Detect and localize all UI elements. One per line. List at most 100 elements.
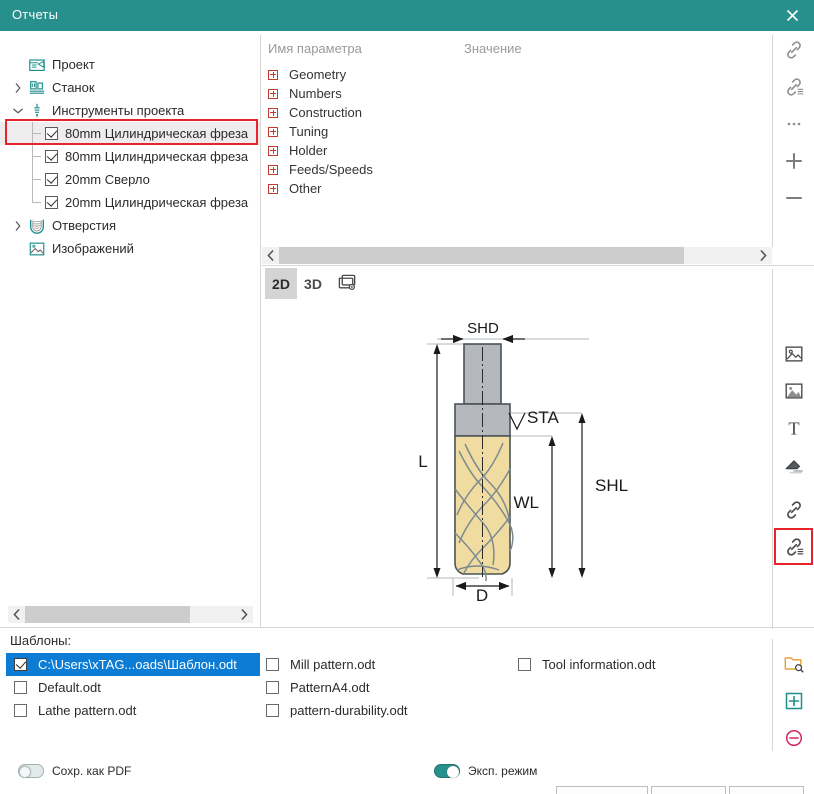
template-checkbox[interactable]	[518, 658, 531, 671]
remove-template-button[interactable]	[773, 719, 814, 756]
template-list-item[interactable]: Lathe pattern.odt	[10, 699, 260, 722]
template-list-item[interactable]: PatternA4.odt	[262, 676, 512, 699]
param-scroll-track[interactable]	[279, 247, 755, 264]
tree-item-tool[interactable]: 20mm Цилиндрическая фреза	[0, 191, 261, 214]
tree-item-label: Инструменты проекта	[52, 103, 184, 118]
plus-box-icon[interactable]	[268, 108, 278, 118]
panel-splitter[interactable]	[260, 35, 261, 627]
tree-item-holes-icon[interactable]: Отверстия	[0, 214, 261, 237]
switch-knob	[447, 766, 459, 778]
link-button-viewer[interactable]	[773, 491, 814, 528]
link-list-icon	[783, 536, 805, 558]
tree-item-checkbox[interactable]	[45, 127, 58, 140]
template-checkbox[interactable]	[266, 704, 279, 717]
template-checkbox[interactable]	[14, 704, 27, 717]
template-checkbox[interactable]	[266, 658, 279, 671]
plus-box-icon[interactable]	[268, 89, 278, 99]
remove-button[interactable]	[773, 179, 814, 216]
plus-box-icon[interactable]	[268, 165, 278, 175]
tree-item-checkbox[interactable]	[45, 173, 58, 186]
tools-icon	[27, 101, 46, 120]
project-folder-icon	[27, 55, 46, 74]
template-checkbox[interactable]	[14, 658, 27, 671]
expert-mode-switch[interactable]	[434, 764, 460, 778]
twisty-expanded[interactable]	[10, 103, 26, 119]
parameter-group-row[interactable]: Tuning	[262, 122, 772, 141]
more-options-button[interactable]	[773, 105, 814, 142]
tree-scroll-right-button[interactable]	[236, 606, 253, 623]
template-list-item[interactable]: C:\Users\xTAG...oads\Шаблон.odt	[6, 653, 260, 676]
close-button[interactable]	[770, 0, 814, 31]
template-list-item[interactable]: Mill pattern.odt	[262, 653, 512, 676]
parameter-group-row[interactable]: Construction	[262, 103, 772, 122]
tree-scroll-thumb[interactable]	[25, 606, 190, 623]
parameter-group-row[interactable]: Geometry	[262, 65, 772, 84]
tree-hscrollbar[interactable]	[8, 606, 253, 623]
tree-item-checkbox[interactable]	[45, 150, 58, 163]
chevron-left-icon	[13, 609, 20, 620]
templates-column-3: Tool information.odt	[514, 653, 764, 676]
tab-3d[interactable]: 3D	[297, 268, 329, 299]
tree-item-tools-icon[interactable]: Инструменты проекта	[0, 99, 261, 122]
link-list-icon	[783, 76, 805, 98]
create-button[interactable]: Создать	[651, 786, 726, 794]
parameter-group-row[interactable]: Holder	[262, 141, 772, 160]
parameter-group-row[interactable]: Feeds/Speeds	[262, 160, 772, 179]
param-scroll-left-button[interactable]	[262, 247, 279, 264]
insert-image-button[interactable]	[773, 335, 814, 372]
chevron-down-icon	[11, 104, 25, 118]
machine-icon	[27, 78, 46, 97]
template-list-item[interactable]: Tool information.odt	[514, 653, 764, 676]
parameter-hscrollbar[interactable]	[262, 247, 772, 264]
duplicate-view-icon	[337, 273, 358, 294]
add-button[interactable]	[773, 142, 814, 179]
template-label: Lathe pattern.odt	[38, 703, 136, 718]
folder-search-icon	[783, 653, 805, 675]
tree-scroll-track[interactable]	[25, 606, 236, 623]
plus-box-icon[interactable]	[268, 146, 278, 156]
twisty-collapsed[interactable]	[10, 80, 26, 96]
plus-box-icon[interactable]	[268, 184, 278, 194]
plus-box-icon[interactable]	[268, 127, 278, 137]
twisty-collapsed[interactable]	[10, 218, 26, 234]
picture-button[interactable]	[773, 372, 814, 409]
tool-drawing-canvas[interactable]: SHD L STA SHL	[262, 301, 772, 634]
tree-item-images-icon[interactable]: Изображений	[0, 237, 261, 260]
duplicate-view-button[interactable]	[329, 268, 365, 299]
template-list-item[interactable]: pattern-durability.odt	[262, 699, 512, 722]
param-scroll-thumb[interactable]	[279, 247, 684, 264]
tree-item-tool[interactable]: 20mm Сверло	[0, 168, 261, 191]
tree-item-tool[interactable]: 80mm Цилиндрическая фреза	[0, 145, 261, 168]
save-as-pdf-switch[interactable]	[18, 764, 44, 778]
save-as-pdf-toggle[interactable]: Сохр. как PDF	[18, 764, 131, 778]
templates-section: Шаблоны: C:\Users\xTAG...oads\Шаблон.odt…	[0, 629, 814, 763]
add-template-button[interactable]	[773, 682, 814, 719]
tab-2d[interactable]: 2D	[265, 268, 297, 299]
expert-mode-toggle[interactable]: Эксп. режим	[434, 764, 537, 778]
tree-scroll-left-button[interactable]	[8, 606, 25, 623]
template-list-item[interactable]: Default.odt	[10, 676, 260, 699]
view-tab-bar: 2D 3D	[262, 266, 772, 301]
tree-item-machine-icon[interactable]: Станок	[0, 76, 261, 99]
template-checkbox[interactable]	[266, 681, 279, 694]
holes-icon	[28, 217, 46, 235]
text-tool-button[interactable]: T	[773, 409, 814, 446]
dim-label-wl: WL	[514, 493, 540, 512]
parameter-group-row[interactable]: Other	[262, 179, 772, 198]
param-scroll-right-button[interactable]	[755, 247, 772, 264]
browse-template-button[interactable]	[773, 645, 814, 682]
parameter-group-row[interactable]: Numbers	[262, 84, 772, 103]
link-list-button[interactable]	[773, 68, 814, 105]
parameter-table-panel: Имя параметра Значение GeometryNumbersCo…	[262, 31, 772, 247]
link-list-button-viewer[interactable]	[773, 528, 814, 565]
link-button[interactable]	[773, 31, 814, 68]
tree-item-checkbox[interactable]	[45, 196, 58, 209]
tree-item-tool[interactable]: 80mm Цилиндрическая фреза	[0, 122, 261, 145]
template-checkbox[interactable]	[14, 681, 27, 694]
plus-box-icon[interactable]	[268, 70, 278, 80]
tree-item-project-folder-icon[interactable]: Проект	[0, 53, 261, 76]
dim-label-d: D	[476, 586, 488, 601]
eraser-button[interactable]	[773, 446, 814, 483]
close-dialog-button[interactable]: Закрыть	[729, 786, 804, 794]
export-stcx-button[interactable]: Экспорт STCX	[556, 786, 648, 794]
